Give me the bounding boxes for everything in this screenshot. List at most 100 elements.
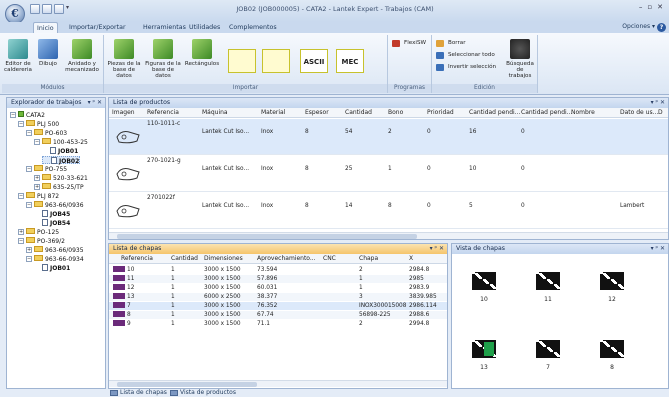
- tab-complementos[interactable]: Complementos: [226, 22, 280, 33]
- tree-node[interactable]: JOB01: [42, 147, 78, 155]
- expand-toggle-icon[interactable]: +: [26, 247, 32, 253]
- save-icon[interactable]: [30, 4, 40, 14]
- expand-toggle-icon[interactable]: −: [18, 121, 24, 127]
- panel-controls[interactable]: ▾ ᵖ ✕: [430, 244, 444, 254]
- expand-toggle-icon[interactable]: +: [34, 184, 40, 190]
- tab-utilidades[interactable]: Utilidades: [186, 22, 223, 33]
- sheet-thumbnail[interactable]: [536, 340, 560, 358]
- expand-toggle-icon[interactable]: −: [18, 193, 24, 199]
- tree-node[interactable]: +635-25/TP: [34, 183, 84, 191]
- hscroll-thumb[interactable]: [117, 382, 257, 387]
- product-row[interactable]: 2701022f Lantek Cut Iso... Inox 8 14 8 0 5 0 Lamb…: [109, 193, 668, 229]
- sheet-thumbnail[interactable]: [472, 272, 496, 290]
- tree-node[interactable]: +963-66/0935: [26, 246, 84, 254]
- expand-toggle-icon[interactable]: −: [26, 130, 32, 136]
- column-header[interactable]: Cantidad pendi...: [469, 108, 520, 118]
- product-row[interactable]: 110-1011-c Lantek Cut Iso... Inox 8 54 2 0 16 0: [109, 119, 668, 155]
- column-header[interactable]: Cantidad pendi...: [521, 108, 572, 118]
- application-menu-button[interactable]: €: [5, 4, 25, 24]
- close-button[interactable]: ✕: [657, 3, 663, 11]
- column-header[interactable]: Imagen: [112, 108, 135, 118]
- expand-toggle-icon[interactable]: −: [10, 112, 16, 118]
- help-icon[interactable]: ?: [657, 23, 666, 32]
- products-hscroll[interactable]: [109, 232, 668, 239]
- column-header[interactable]: D: [658, 108, 663, 118]
- new-icon[interactable]: [42, 4, 52, 14]
- tab-herramientas[interactable]: Herramientas: [140, 22, 189, 33]
- sheet-row[interactable]: 12 1 3000 x 1500 60.031 1 2983.9: [109, 284, 447, 292]
- tab-importar-exportar[interactable]: Importar/Exportar: [66, 22, 129, 33]
- boiler-editor-button[interactable]: Editor de caldereria: [2, 39, 34, 73]
- sheets-hscroll[interactable]: [109, 380, 447, 387]
- column-header[interactable]: Chapa: [359, 254, 378, 264]
- options-menu[interactable]: Opciones ▾: [622, 23, 655, 30]
- import-dxf-icon[interactable]: [228, 49, 256, 73]
- column-header[interactable]: Espesor: [305, 108, 329, 118]
- product-row[interactable]: 270-1021-g Lantek Cut Iso... Inox 8 25 1 0 10 0: [109, 156, 668, 192]
- tree-node[interactable]: JOB45: [34, 210, 70, 218]
- panel-controls[interactable]: ▾ ᵖ ✕: [651, 98, 665, 108]
- tree-node[interactable]: JOB01: [34, 264, 70, 272]
- sheet-thumbnail[interactable]: [600, 272, 624, 290]
- sheet-thumbnail[interactable]: [472, 340, 496, 358]
- panel-controls[interactable]: ▾ ᵖ ✕: [651, 244, 665, 254]
- tree-node[interactable]: JOB02: [42, 156, 81, 165]
- import-ascii-icon[interactable]: ASCII: [300, 49, 328, 73]
- column-header[interactable]: Nombre: [571, 108, 595, 118]
- sheet-row[interactable]: 9 1 3000 x 1500 71.1 2 2994.8: [109, 320, 447, 328]
- import-mec-icon[interactable]: MEC: [336, 49, 364, 73]
- tab-product-view[interactable]: Vista de productos: [170, 389, 236, 397]
- column-header[interactable]: Referencia: [147, 108, 179, 118]
- tree-node[interactable]: − PO-369/2: [18, 237, 65, 245]
- tree-node[interactable]: − CATA2: [10, 111, 45, 119]
- expand-toggle-icon[interactable]: −: [26, 256, 32, 262]
- sheet-thumbnail[interactable]: [600, 340, 624, 358]
- tab-inicio[interactable]: Inicio: [33, 22, 58, 33]
- print-icon[interactable]: [54, 4, 64, 14]
- tree-node[interactable]: − PLJ 872: [18, 192, 59, 200]
- flexsw-button[interactable]: FlexiSW: [392, 39, 426, 48]
- column-header[interactable]: X: [409, 254, 413, 264]
- column-header[interactable]: Cantidad: [171, 254, 198, 264]
- db-parts-button[interactable]: Piezas de la base de datos: [106, 39, 142, 79]
- sheet-row[interactable]: 10 1 3000 x 1500 73.594 2 2984.8: [109, 266, 447, 274]
- panel-controls[interactable]: ▾ ᵖ ✕: [88, 98, 102, 108]
- column-header[interactable]: Cantidad: [345, 108, 372, 118]
- expand-toggle-icon[interactable]: −: [18, 238, 24, 244]
- tab-sheet-list[interactable]: Lista de chapas: [110, 389, 167, 397]
- tree-node[interactable]: − 963-66-0934: [26, 255, 84, 263]
- import-dwg-icon[interactable]: [262, 49, 290, 73]
- rectangles-button[interactable]: Rectángulos: [184, 39, 220, 67]
- sheet-row[interactable]: 7 1 3000 x 1500 76.352 INOX300015008 2986.114: [109, 302, 447, 310]
- sheet-row[interactable]: 13 1 6000 x 2500 38.377 3 3839.985: [109, 293, 447, 301]
- invert-selection-button[interactable]: Invertir selección: [436, 63, 496, 72]
- expand-toggle-icon[interactable]: −: [26, 166, 32, 172]
- delete-button[interactable]: Borrar: [436, 39, 466, 48]
- nesting-button[interactable]: Anidado y mecanizado: [62, 39, 102, 73]
- qat-customize-icon[interactable]: ▾: [66, 4, 70, 14]
- column-header[interactable]: Aprovechamiento...: [257, 254, 316, 264]
- column-header[interactable]: Prioridad: [427, 108, 454, 118]
- expand-toggle-icon[interactable]: −: [34, 139, 40, 145]
- column-header[interactable]: Material: [261, 108, 285, 118]
- expand-toggle-icon[interactable]: +: [34, 175, 40, 181]
- expand-toggle-icon[interactable]: −: [26, 202, 32, 208]
- column-header[interactable]: Dimensiones: [204, 254, 243, 264]
- column-header[interactable]: Referencia: [121, 254, 153, 264]
- tree-node[interactable]: − 100-453-25: [34, 138, 88, 146]
- sheet-row[interactable]: 11 1 3000 x 1500 57.896 1 2985: [109, 275, 447, 283]
- minimize-button[interactable]: –: [639, 3, 643, 11]
- maximize-button[interactable]: ▫: [647, 3, 652, 11]
- job-search-button[interactable]: Búsqueda de trabajos: [504, 39, 536, 79]
- sheet-row[interactable]: 8 1 3000 x 1500 67.74 56898-225 2988.6: [109, 311, 447, 319]
- hscroll-thumb[interactable]: [117, 234, 417, 239]
- sheet-thumbnail[interactable]: [536, 272, 560, 290]
- tree-node[interactable]: − PLJ 500: [18, 120, 59, 128]
- tree-node[interactable]: − 963-66/0936: [26, 201, 84, 209]
- column-header[interactable]: Máquina: [202, 108, 228, 118]
- column-header[interactable]: CNC: [323, 254, 336, 264]
- drawing-button[interactable]: Dibujo: [35, 39, 61, 67]
- tree-node[interactable]: JOB54: [34, 219, 70, 227]
- tree-node[interactable]: +520-33-621: [34, 174, 88, 182]
- tree-node[interactable]: − PO-603: [26, 129, 67, 137]
